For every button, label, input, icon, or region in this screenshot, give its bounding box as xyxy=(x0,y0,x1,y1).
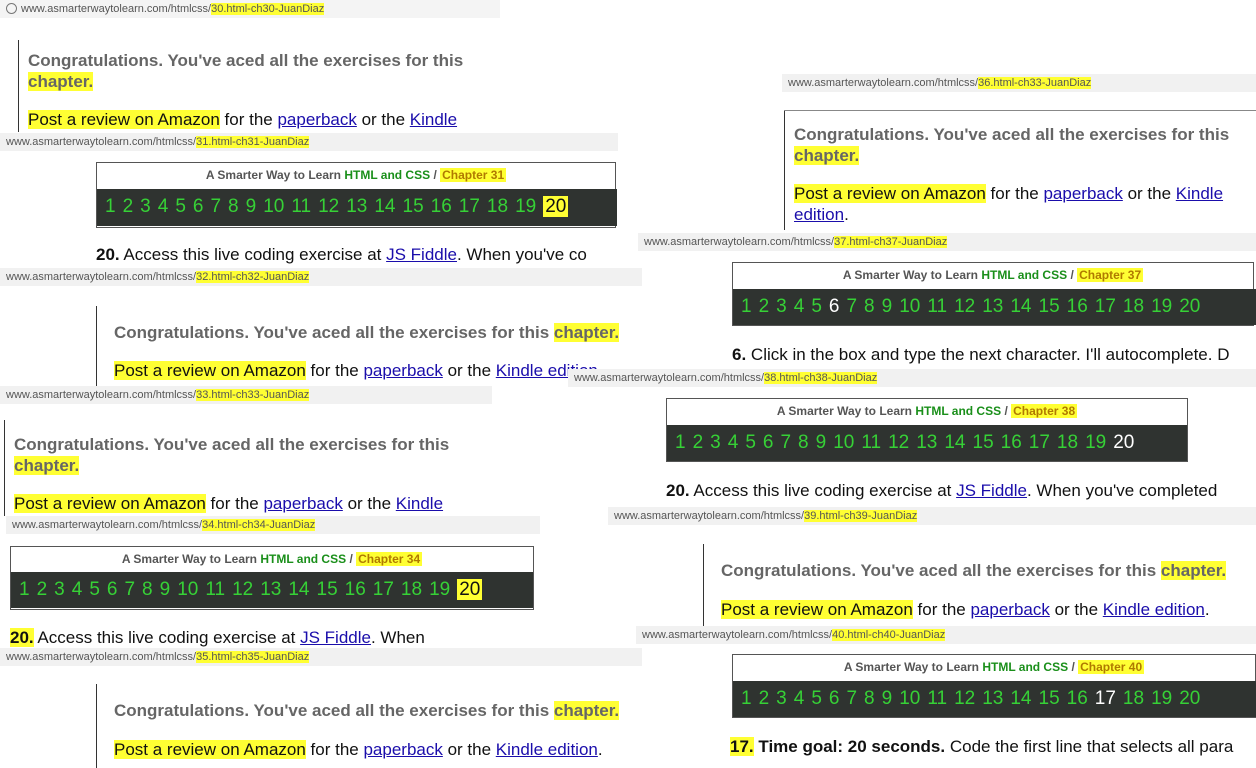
paperback-link[interactable]: paperback xyxy=(970,600,1049,619)
url-base: www.asmarterwaytolearn.com/htmlcss/ xyxy=(574,372,765,384)
exercise-number-bar-40[interactable]: 1 2 3 4 5 6 7 8 9 10 11 12 13 14 15 16 17 18 19 20 xyxy=(733,681,1256,717)
kindle-link[interactable]: Kindle xyxy=(1176,184,1223,203)
url-base: www.asmarterwaytolearn.com/htmlcss/ xyxy=(642,629,833,641)
globe-icon xyxy=(6,3,17,14)
url-path: 38.html-ch38-JuanDiaz xyxy=(764,372,878,384)
url-base: www.asmarterwaytolearn.com/htmlcss/ xyxy=(6,136,197,148)
exercise-number-bar-34[interactable]: 1 2 3 4 5 6 7 8 9 10 11 12 13 14 15 16 17 18 19 20 xyxy=(11,572,533,608)
book-title: A Smarter Way to Learn HTML and CSS / Ch… xyxy=(776,404,1078,418)
paperback-link[interactable]: paperback xyxy=(363,361,442,380)
url-base: www.asmarterwaytolearn.com/htmlcss/ xyxy=(6,651,197,663)
current-exercise: 20 xyxy=(457,579,483,600)
congrats-text: Congratulations. You've aced all the exe… xyxy=(14,435,450,475)
address-bar-33[interactable]: www.asmarterwaytolearn.com/htmlcss/33.ht… xyxy=(0,386,492,404)
jsfiddle-link[interactable]: JS Fiddle xyxy=(956,481,1027,500)
url-path: 35.html-ch35-JuanDiaz xyxy=(196,651,310,663)
instruction-40: 17. Time goal: 20 seconds. Code the firs… xyxy=(730,737,1234,756)
kindle-link[interactable]: Kindle edition xyxy=(1103,600,1205,619)
review-line: Post a review on Amazon for the paperbac… xyxy=(114,740,603,759)
book-title: A Smarter Way to Learn HTML and CSS / Ch… xyxy=(843,660,1145,674)
paperback-link[interactable]: paperback xyxy=(363,740,442,759)
url-path: 37.html-ch37-JuanDiaz xyxy=(834,236,948,248)
review-line: Post a review on Amazon for the paperbac… xyxy=(14,494,444,513)
url-path: 36.html-ch33-JuanDiaz xyxy=(978,77,1092,89)
address-bar-39[interactable]: www.asmarterwaytolearn.com/htmlcss/39.ht… xyxy=(608,507,1256,525)
url-path: 32.html-ch32-JuanDiaz xyxy=(196,271,310,283)
address-bar-36[interactable]: www.asmarterwaytolearn.com/htmlcss/36.ht… xyxy=(782,74,1256,92)
instruction-38: 20. Access this live coding exercise at … xyxy=(666,481,1218,500)
current-exercise: 20 xyxy=(543,196,569,217)
url-base: www.asmarterwaytolearn.com/htmlcss/ xyxy=(644,236,835,248)
jsfiddle-link[interactable]: JS Fiddle xyxy=(300,628,371,647)
content-rule xyxy=(784,110,785,230)
divider xyxy=(784,110,1256,111)
instruction-37: 6. Click in the box and type the next ch… xyxy=(732,345,1230,364)
address-bar-32[interactable]: www.asmarterwaytolearn.com/htmlcss/32.ht… xyxy=(0,268,642,286)
url-base: www.asmarterwaytolearn.com/htmlcss/ xyxy=(614,510,805,522)
exercise-number-bar-31[interactable]: 1 2 3 4 5 6 7 8 9 10 11 12 13 14 15 16 17 18 19 20 xyxy=(97,189,617,226)
paperback-link[interactable]: paperback xyxy=(263,494,342,513)
address-bar-40[interactable]: www.asmarterwaytolearn.com/htmlcss/40.ht… xyxy=(636,626,1256,644)
instruction-34: 20. Access this live coding exercise at … xyxy=(10,628,425,647)
congrats-text: Congratulations. You've aced all the exe… xyxy=(114,323,620,342)
review-line: Post a review on Amazon for the paperbac… xyxy=(794,184,1224,224)
kindle-link[interactable]: Kindle xyxy=(396,494,443,513)
review-line: Post a review on Amazon for the paperbac… xyxy=(721,600,1210,619)
book-title: A Smarter Way to Learn HTML and CSS / Ch… xyxy=(842,268,1144,282)
kindle-link[interactable]: Kindle xyxy=(410,110,457,129)
address-bar-31[interactable]: www.asmarterwaytolearn.com/htmlcss/31.ht… xyxy=(0,133,618,151)
kindle-link[interactable]: Kindle edition xyxy=(496,740,598,759)
congrats-text: Congratulations. You've aced all the exe… xyxy=(28,51,464,91)
address-bar-34[interactable]: www.asmarterwaytolearn.com/htmlcss/34.ht… xyxy=(6,516,540,534)
current-exercise: 20 xyxy=(1113,432,1135,453)
content-rule xyxy=(18,40,19,132)
current-exercise: 17 xyxy=(1094,688,1116,709)
paperback-link[interactable]: paperback xyxy=(1043,184,1122,203)
url-path: 33.html-ch33-JuanDiaz xyxy=(196,389,310,401)
exercise-number-bar-37[interactable]: 1 2 3 4 5 6 7 8 9 10 11 12 13 14 15 16 17 18 19 20 xyxy=(733,289,1256,325)
jsfiddle-link[interactable]: JS Fiddle xyxy=(386,245,457,264)
address-bar-38[interactable]: www.asmarterwaytolearn.com/htmlcss/38.ht… xyxy=(568,369,1256,387)
review-line: Post a review on Amazon for the paperbac… xyxy=(28,110,458,129)
current-exercise: 6 xyxy=(828,296,840,317)
content-rule xyxy=(703,544,704,626)
congrats-text: Congratulations. You've aced all the exe… xyxy=(721,561,1227,580)
url-path: 34.html-ch34-JuanDiaz xyxy=(202,519,316,531)
url-path: 30.html-ch30-JuanDiaz xyxy=(211,3,325,15)
url-base: www.asmarterwaytolearn.com/htmlcss/ xyxy=(12,519,203,531)
content-rule xyxy=(4,420,5,516)
review-line: Post a review on Amazon for the paperbac… xyxy=(114,361,598,380)
instruction-31: 20. Access this live coding exercise at … xyxy=(96,245,587,264)
url-base: www.asmarterwaytolearn.com/htmlcss/ xyxy=(788,77,979,89)
edition-link[interactable]: edition xyxy=(794,205,844,224)
exercise-number-bar-38[interactable]: 1 2 3 4 5 6 7 8 9 10 11 12 13 14 15 16 17 18 19 20 xyxy=(667,425,1187,461)
book-title: A Smarter Way to Learn HTML and CSS / Ch… xyxy=(205,168,507,182)
post-review-text: Post a review on Amazon xyxy=(28,110,220,129)
book-title: A Smarter Way to Learn HTML and CSS / Ch… xyxy=(121,552,423,566)
address-bar-35[interactable]: www.asmarterwaytolearn.com/htmlcss/35.ht… xyxy=(0,648,642,666)
url-path: 40.html-ch40-JuanDiaz xyxy=(832,629,946,641)
congrats-text: Congratulations. You've aced all the exe… xyxy=(794,125,1230,165)
address-bar-30[interactable]: www.asmarterwaytolearn.com/htmlcss/30.ht… xyxy=(0,0,500,18)
url-base: www.asmarterwaytolearn.com/htmlcss/ xyxy=(6,271,197,283)
content-rule xyxy=(96,306,97,386)
congrats-text: Congratulations. You've aced all the exe… xyxy=(114,701,620,720)
url-path: 39.html-ch39-JuanDiaz xyxy=(804,510,918,522)
url-base: www.asmarterwaytolearn.com/htmlcss/ xyxy=(21,3,212,15)
url-path: 31.html-ch31-JuanDiaz xyxy=(196,136,310,148)
content-rule xyxy=(96,684,97,768)
url-base: www.asmarterwaytolearn.com/htmlcss/ xyxy=(6,389,197,401)
paperback-link[interactable]: paperback xyxy=(277,110,356,129)
address-bar-37[interactable]: www.asmarterwaytolearn.com/htmlcss/37.ht… xyxy=(638,233,1256,251)
